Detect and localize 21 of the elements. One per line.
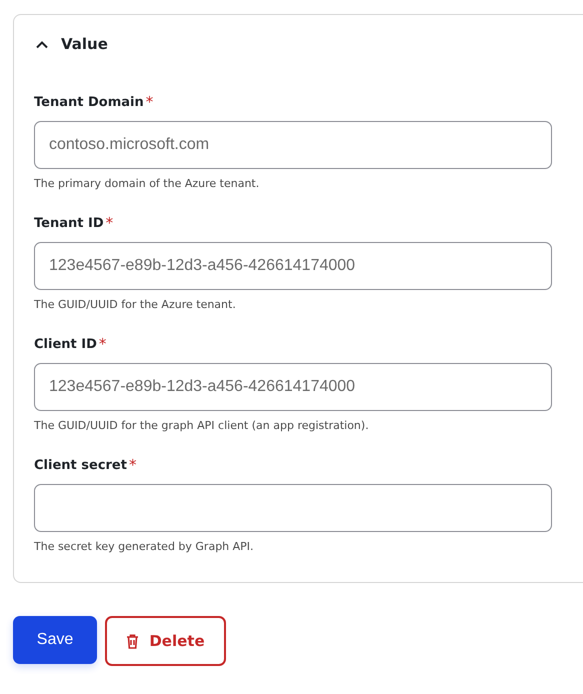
trash-icon [126, 634, 140, 648]
required-mark: * [106, 216, 114, 231]
help-text: The secret key generated by Graph API. [34, 540, 255, 553]
help-text: The primary domain of the Azure tenant. [34, 177, 260, 190]
required-mark: * [128, 458, 136, 473]
field-label: Client secret [34, 458, 127, 473]
help-text: The GUID/UUID for the Azure tenant. [34, 298, 237, 311]
input-field[interactable]: 123e4567-e89b-12d3-a456-426614174000 [34, 363, 552, 411]
required-mark: * [98, 337, 106, 352]
section-title: Value [61, 35, 108, 53]
input-field[interactable]: 123e4567-e89b-12d3-a456-426614174000 [34, 242, 552, 290]
save-button[interactable]: Save [13, 616, 97, 664]
input-field[interactable] [34, 484, 552, 532]
delete-button[interactable]: Delete [105, 616, 226, 666]
field-label: Tenant ID [34, 216, 104, 231]
input-field[interactable]: contoso.microsoft.com [34, 121, 552, 169]
help-text: The GUID/UUID for the graph API client (an app registration). [34, 419, 370, 432]
field-label: Client ID [34, 337, 97, 352]
required-mark: * [146, 95, 154, 110]
chevron-up-icon[interactable] [35, 40, 49, 48]
field-label: Tenant Domain [34, 95, 144, 110]
